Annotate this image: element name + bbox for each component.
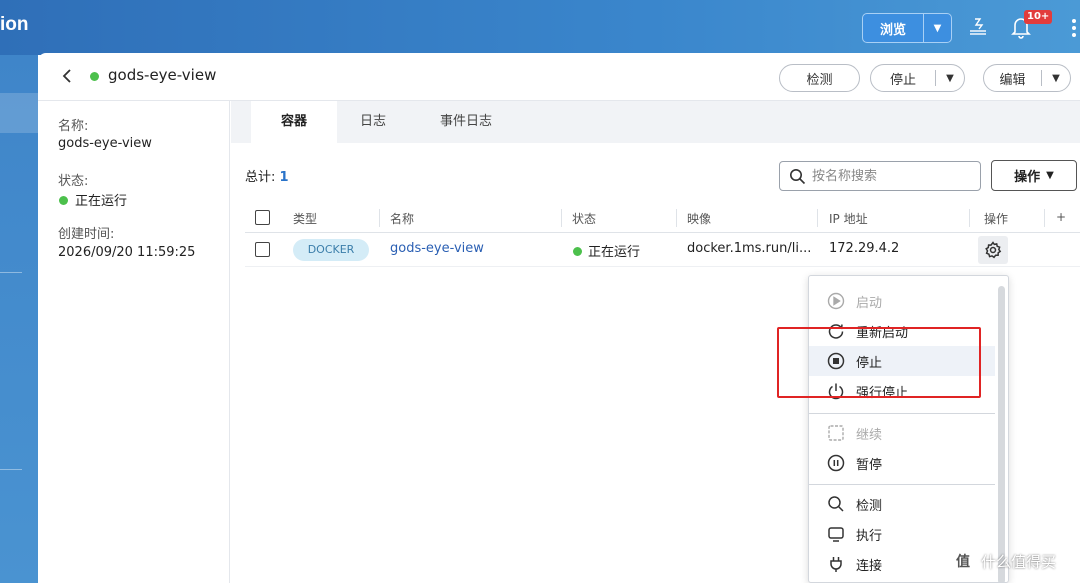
menu-item-start[interactable]: 启动 — [809, 286, 995, 316]
tab-event-log[interactable]: 事件日志 — [427, 101, 505, 143]
terminal-icon — [826, 524, 846, 544]
browse-button-label: 浏览 — [879, 22, 906, 38]
stack-icon[interactable] — [967, 16, 989, 38]
actions-dropdown-menu: 启动 重新启动 停止 强行停止 继续 暂停 检测 执行 连接 — [808, 275, 1009, 583]
edit-button-label: 编辑 — [999, 72, 1026, 88]
row-status: 正在运行 — [588, 245, 641, 260]
panel-header: gods-eye-view 检测 停止 ▼ 编辑 ▼ — [38, 53, 1080, 101]
total-value: 1 — [279, 170, 289, 185]
chevron-down-icon[interactable]: ▼ — [936, 73, 964, 84]
column-header-ip[interactable]: IP 地址 — [829, 210, 868, 227]
total-label: 总计: — [245, 170, 276, 185]
search-input[interactable] — [812, 166, 972, 186]
menu-scrollbar[interactable] — [998, 286, 1005, 582]
annotation-highlight-box — [777, 327, 981, 398]
row-actions-button[interactable] — [978, 236, 1008, 264]
notification-badge: 10+ — [1024, 10, 1053, 24]
top-bar: ion 浏览 ▼ 10+ — [0, 0, 1080, 55]
stop-button[interactable]: 停止 ▼ — [870, 64, 965, 92]
chevron-down-icon[interactable]: ▼ — [923, 14, 951, 42]
table-row[interactable]: DOCKER gods-eye-view 正在运行 docker.1ms.run… — [245, 233, 1080, 267]
sidebar-selected-item[interactable] — [0, 93, 38, 133]
operations-button[interactable]: 操作 ▼ — [991, 160, 1077, 191]
menu-item-execute[interactable]: 执行 — [809, 519, 995, 549]
column-header-actions[interactable]: 操作 — [984, 210, 1008, 227]
running-status-dot — [59, 196, 68, 205]
status-value: 正在运行 — [75, 194, 128, 209]
total-count: 总计: 1 — [245, 166, 289, 185]
tab-bar: 容器 日志 事件日志 — [231, 101, 1080, 143]
play-circle-icon — [826, 291, 846, 311]
watermark-text: 什么值得买 — [981, 552, 1057, 571]
menu-item-label: 启动 — [856, 295, 883, 311]
menu-item-label: 执行 — [856, 528, 883, 544]
created-label: 创建时间: — [58, 227, 115, 242]
search-icon — [790, 169, 806, 185]
watermark: 值 什么值得买 — [950, 548, 1056, 574]
table-header: 类型 名称 状态 映像 IP 地址 操作 + — [245, 203, 1080, 233]
info-column: 名称: gods-eye-view 状态: 正在运行 创建时间: 2026/09… — [38, 101, 230, 583]
row-ip: 172.29.4.2 — [829, 241, 900, 256]
stop-button-label: 停止 — [889, 72, 916, 88]
running-status-dot — [90, 72, 99, 81]
menu-item-resume[interactable]: 继续 — [809, 418, 995, 448]
name-value: gods-eye-view — [58, 136, 152, 151]
operations-button-label: 操作 — [1014, 170, 1041, 185]
plug-icon — [826, 554, 846, 574]
pause-circle-icon — [826, 453, 846, 473]
row-image: docker.1ms.run/li... — [687, 241, 812, 256]
menu-item-label: 连接 — [856, 558, 883, 574]
tab-log[interactable]: 日志 — [347, 101, 399, 143]
column-separator[interactable] — [969, 209, 970, 227]
menu-item-pause[interactable]: 暂停 — [809, 448, 995, 478]
search-box[interactable] — [779, 161, 981, 191]
menu-item-label: 暂停 — [856, 457, 883, 473]
menu-item-label: 检测 — [856, 498, 883, 514]
tab-container[interactable]: 容器 — [251, 101, 337, 143]
add-column-button[interactable]: + — [1056, 210, 1066, 224]
chevron-down-icon[interactable]: ▼ — [1042, 73, 1070, 84]
left-sidebar — [0, 55, 38, 583]
sidebar-divider — [0, 469, 22, 470]
name-label: 名称: — [58, 119, 89, 134]
column-separator[interactable] — [817, 209, 818, 227]
detect-button[interactable]: 检测 — [779, 64, 860, 92]
resume-icon — [826, 423, 846, 443]
app-title: ion — [0, 14, 29, 35]
column-separator[interactable] — [561, 209, 562, 227]
menu-divider — [809, 484, 995, 485]
type-badge: DOCKER — [293, 239, 369, 261]
edit-button[interactable]: 编辑 ▼ — [983, 64, 1071, 92]
created-value: 2026/09/20 11:59:25 — [58, 245, 196, 260]
column-header-name[interactable]: 名称 — [390, 210, 414, 227]
column-header-status[interactable]: 状态 — [572, 210, 596, 227]
menu-divider — [809, 413, 995, 414]
page-title: gods-eye-view — [108, 66, 217, 84]
detect-button-label: 检测 — [806, 72, 833, 88]
caret-down-icon: ▼ — [1046, 170, 1054, 181]
search-icon — [826, 494, 846, 514]
row-checkbox[interactable] — [255, 242, 270, 257]
more-vertical-icon[interactable] — [1068, 16, 1080, 40]
watermark-logo: 值 — [950, 548, 976, 574]
column-separator[interactable] — [1044, 209, 1045, 227]
column-header-type[interactable]: 类型 — [293, 210, 317, 227]
gear-icon — [985, 241, 1002, 259]
browse-button[interactable]: 浏览 ▼ — [862, 13, 952, 43]
running-status-dot — [573, 247, 582, 256]
column-header-image[interactable]: 映像 — [687, 210, 711, 227]
column-separator[interactable] — [379, 209, 380, 227]
sidebar-divider — [0, 272, 22, 273]
menu-item-inspect[interactable]: 检测 — [809, 489, 995, 519]
select-all-checkbox[interactable] — [255, 210, 270, 225]
row-name-link[interactable]: gods-eye-view — [390, 241, 484, 256]
status-label: 状态: — [58, 174, 89, 189]
menu-item-label: 继续 — [856, 427, 883, 443]
back-arrow-icon[interactable] — [60, 67, 74, 85]
column-separator[interactable] — [676, 209, 677, 227]
